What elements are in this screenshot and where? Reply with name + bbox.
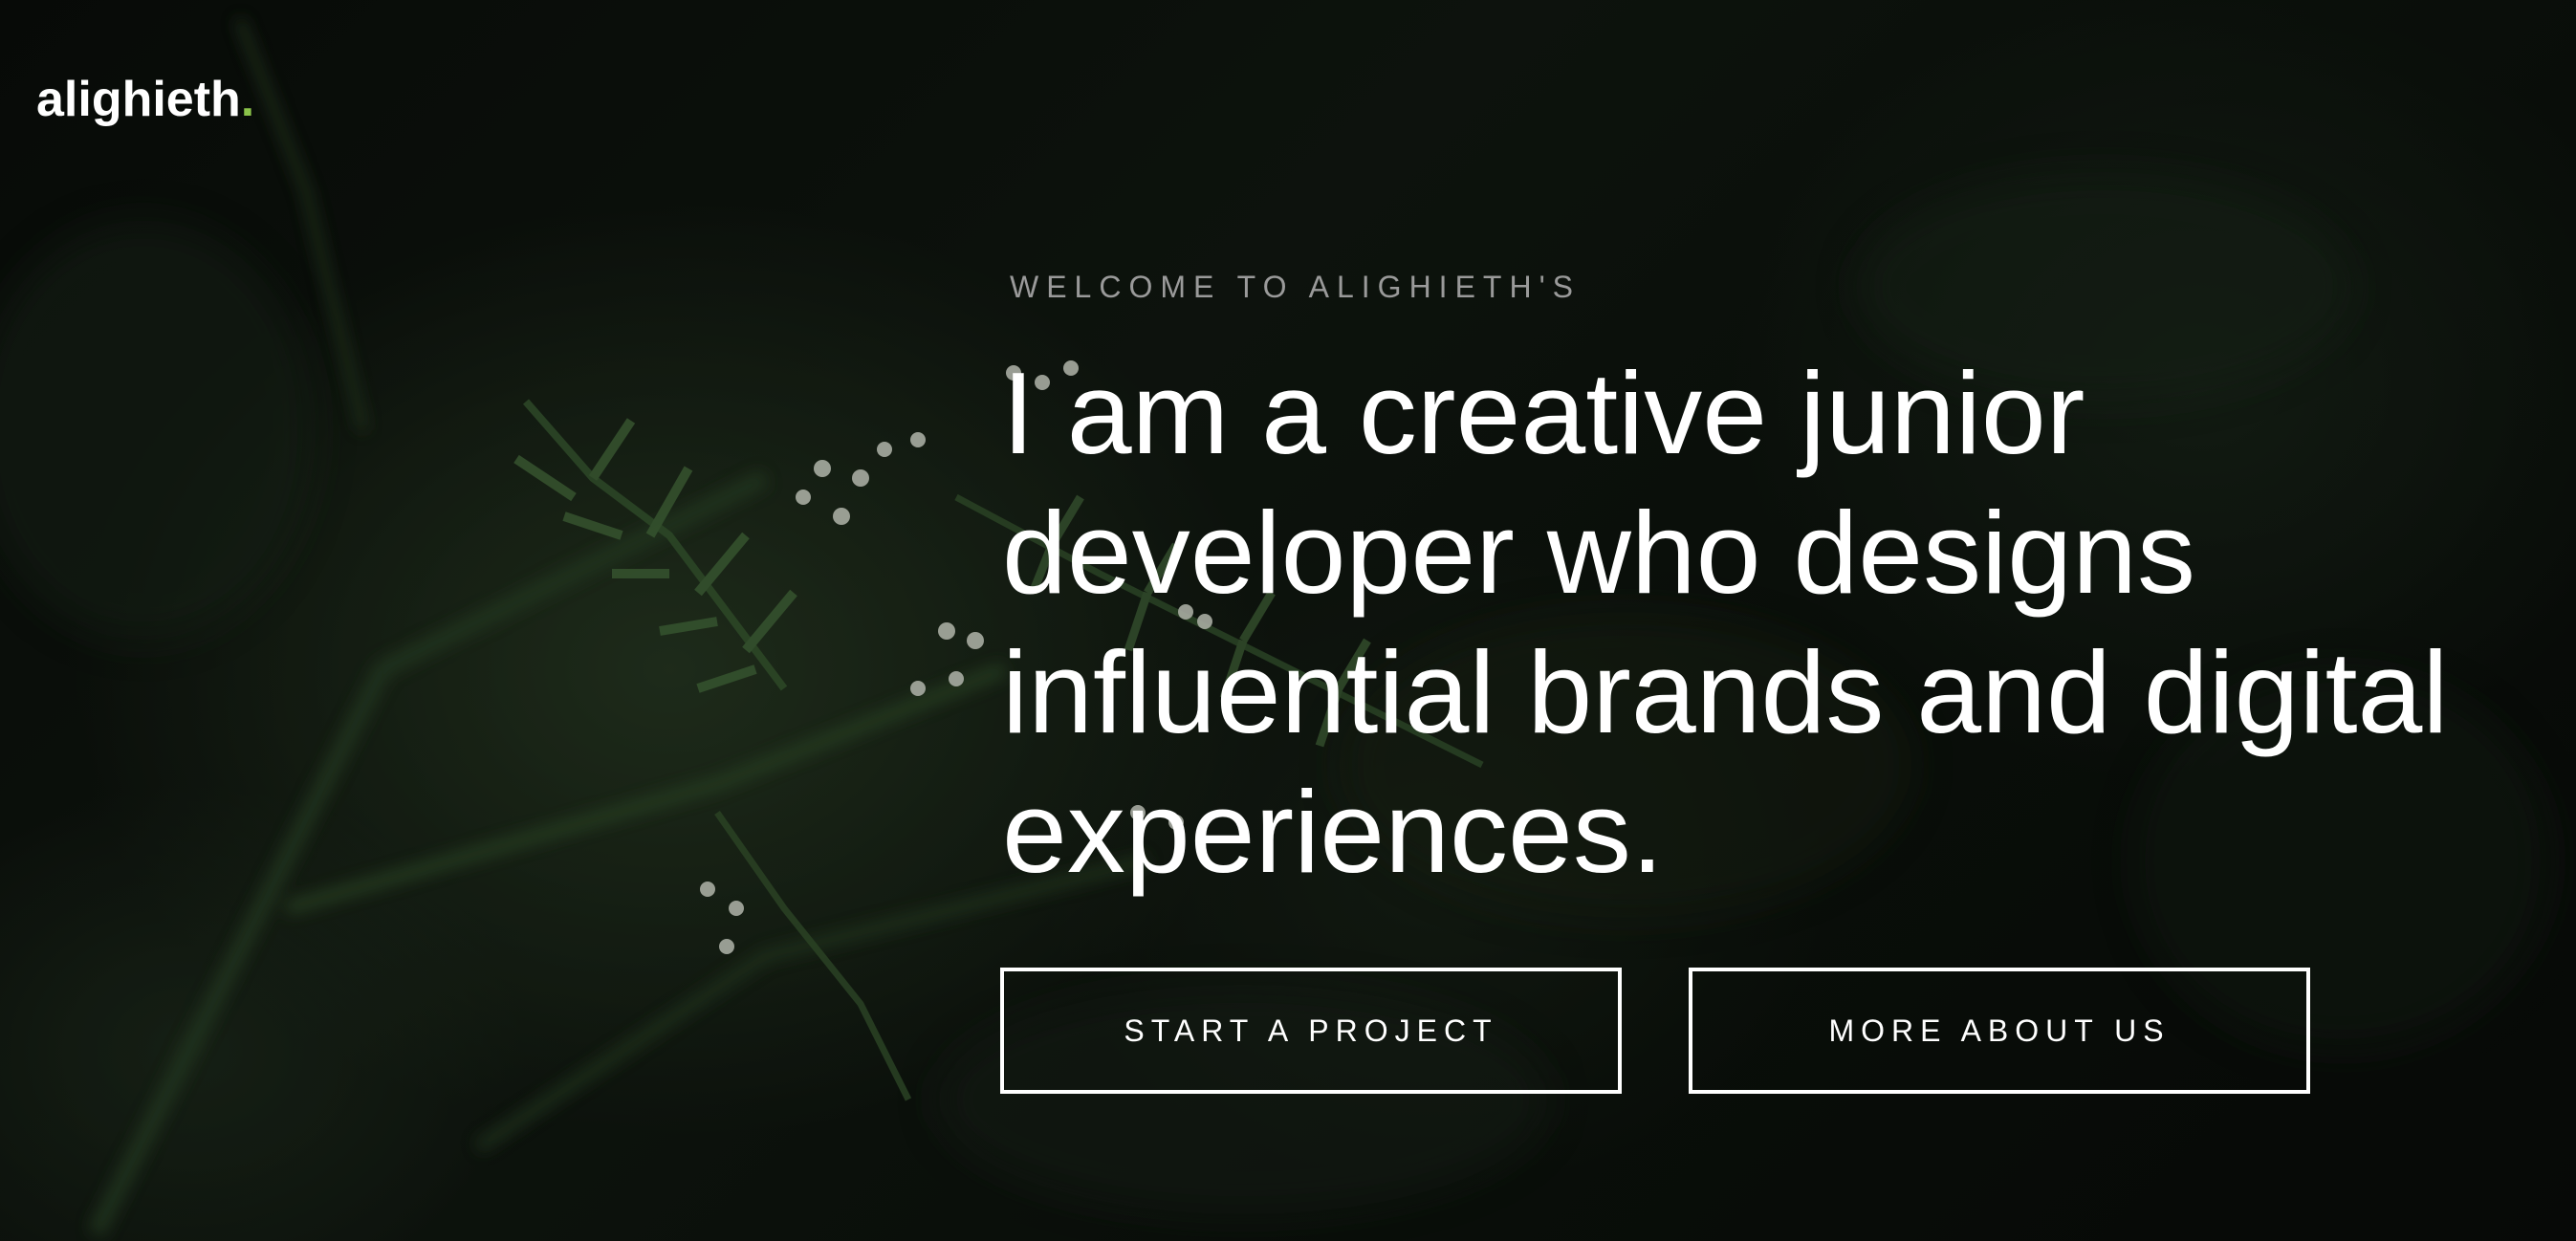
hero-actions: START A PROJECT MORE ABOUT US (1000, 968, 2310, 1094)
hero-eyebrow: WELCOME TO ALIGHIETH'S (1010, 270, 1582, 304)
hero-headline: I am a creative junior developer who des… (1002, 348, 2449, 897)
more-about-us-button[interactable]: MORE ABOUT US (1689, 968, 2310, 1094)
site-logo[interactable]: alighieth. (36, 71, 254, 128)
start-project-button[interactable]: START A PROJECT (1000, 968, 1622, 1094)
logo-dot: . (240, 72, 255, 127)
hero-section: alighieth. WELCOME TO ALIGHIETH'S I am a… (0, 0, 2576, 1241)
logo-text: alighieth (36, 72, 241, 127)
hero-content: WELCOME TO ALIGHIETH'S I am a creative j… (1002, 270, 2551, 902)
